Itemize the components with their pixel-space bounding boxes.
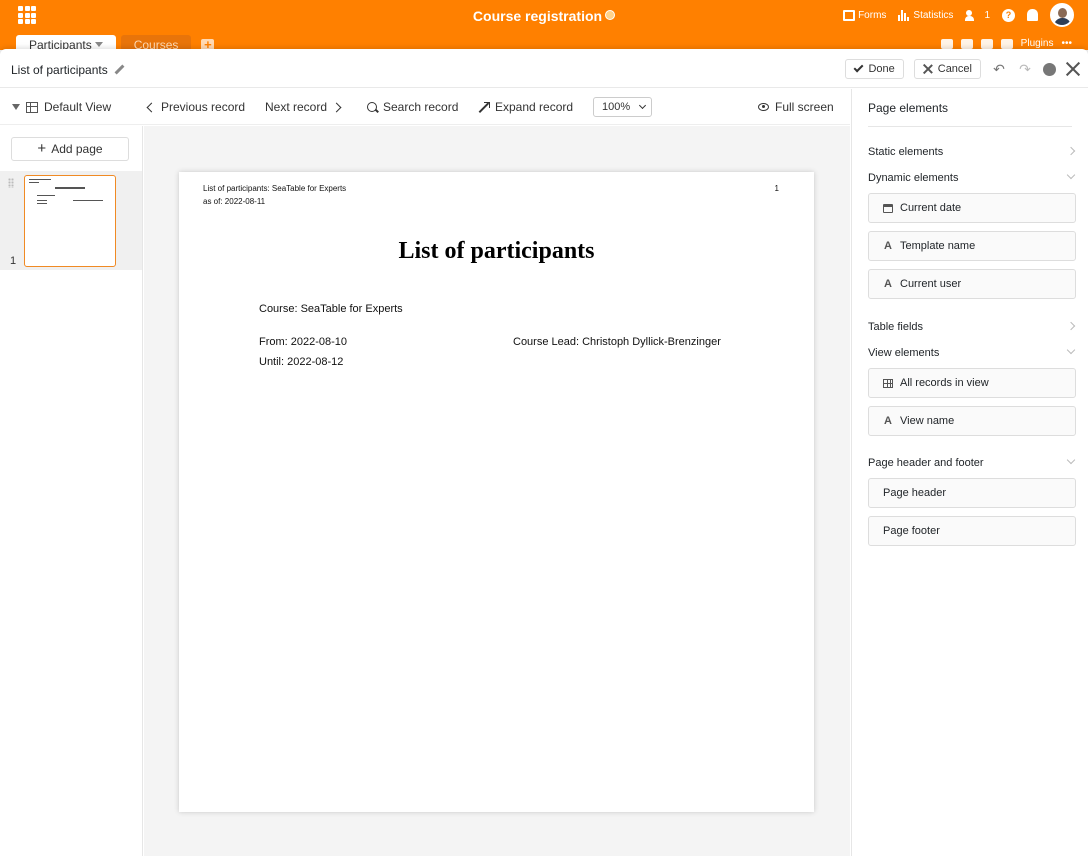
users-icon: [965, 9, 981, 21]
chevron-right-icon: [331, 102, 342, 112]
chevron-down-icon: [1066, 170, 1076, 180]
caret-down-icon: [12, 104, 20, 110]
expand-record-button[interactable]: Expand record: [479, 100, 573, 114]
page-list-item[interactable]: 1: [0, 171, 142, 270]
view-name-element[interactable]: A View name: [868, 406, 1076, 436]
page-header-element[interactable]: Page header: [868, 478, 1076, 508]
calendar-icon: [883, 203, 893, 213]
course-field[interactable]: Course: SeaTable for Experts: [259, 303, 403, 315]
chevron-right-icon: [1066, 321, 1076, 331]
cancel-button[interactable]: Cancel: [913, 59, 981, 79]
text-icon: A: [884, 415, 892, 427]
history-icon[interactable]: [960, 38, 973, 49]
collaborators-button[interactable]: 1: [965, 9, 990, 21]
full-screen-button[interactable]: Full screen: [758, 100, 834, 114]
divider: [868, 126, 1072, 127]
help-icon[interactable]: ?: [1002, 8, 1015, 22]
bell-icon[interactable]: [1027, 9, 1038, 21]
current-user-element[interactable]: A Current user: [868, 269, 1076, 299]
panel-title: Page elements: [868, 101, 949, 115]
table-fields-section[interactable]: Table fields: [868, 321, 1076, 333]
app-tools: Forms Statistics 1 ?: [843, 3, 1074, 27]
share-icon[interactable]: [940, 38, 953, 49]
course-lead-field[interactable]: Course Lead: Christoph Dyllick-Brenzinge…: [513, 336, 721, 348]
pages-sidebar: + Add page 1: [0, 126, 143, 856]
app-bar: Course registration Forms Statistics 1 ?…: [0, 0, 1088, 55]
view-tools: Plugins •••: [940, 38, 1072, 49]
expand-icon: [479, 102, 490, 112]
redo-icon[interactable]: ↷: [1017, 61, 1033, 78]
page-thumbnail[interactable]: [24, 175, 116, 267]
view-elements-section[interactable]: View elements: [868, 345, 1076, 359]
settings-icon[interactable]: [980, 38, 993, 49]
close-modal-icon[interactable]: [1066, 62, 1080, 76]
avatar[interactable]: [1050, 3, 1074, 27]
view-selector[interactable]: Default View: [12, 100, 111, 114]
page-header-date[interactable]: as of: 2022-08-11: [203, 197, 265, 206]
forms-icon: [843, 9, 856, 21]
check-icon: [854, 62, 864, 73]
all-records-element[interactable]: All records in view: [868, 368, 1076, 398]
modal-header: List of participants Done Cancel ↶ ↷: [0, 49, 1088, 88]
base-status-icon: [605, 10, 616, 20]
gear-icon[interactable]: [1043, 62, 1056, 76]
forms-button[interactable]: Forms: [843, 9, 886, 21]
chevron-down-icon[interactable]: [94, 42, 103, 47]
more-icon[interactable]: •••: [1061, 38, 1072, 49]
drag-handle-icon[interactable]: [8, 178, 14, 188]
plugin-icon[interactable]: [1000, 38, 1013, 49]
chevron-left-icon: [146, 102, 157, 112]
next-record-button[interactable]: Next record: [265, 100, 342, 114]
close-icon: [923, 64, 933, 74]
header-actions: Done Cancel ↶ ↷: [845, 59, 1080, 79]
done-button[interactable]: Done: [845, 59, 904, 79]
add-page-button[interactable]: + Add page: [11, 137, 129, 161]
search-icon: [367, 102, 377, 112]
text-icon: A: [884, 278, 892, 290]
plugins-button[interactable]: Plugins: [1021, 38, 1054, 49]
plus-icon: +: [37, 140, 47, 157]
current-date-element[interactable]: Current date: [868, 193, 1076, 223]
previous-record-button[interactable]: Previous record: [146, 100, 245, 114]
chevron-down-icon: [638, 101, 647, 110]
page-number-field[interactable]: 1: [775, 184, 779, 193]
design-canvas: List of participants: SeaTable for Exper…: [144, 126, 850, 856]
header-footer-section[interactable]: Page header and footer: [868, 455, 1076, 469]
document-title[interactable]: List of participants: [179, 238, 814, 265]
static-elements-section[interactable]: Static elements: [868, 146, 1076, 158]
page-design-modal: List of participants Done Cancel ↶ ↷ Def…: [0, 49, 1088, 856]
record-toolbar: Default View Previous record Next record…: [0, 89, 850, 125]
chevron-down-icon: [1066, 345, 1076, 355]
page-number: 1: [10, 255, 17, 267]
page-elements-panel: Page elements Static elements Dynamic el…: [851, 89, 1088, 856]
page-header-title[interactable]: List of participants: SeaTable for Exper…: [203, 184, 346, 193]
template-name-element[interactable]: A Template name: [868, 231, 1076, 261]
table-icon: [26, 101, 38, 113]
chevron-down-icon: [1066, 455, 1076, 465]
zoom-select[interactable]: 100%: [593, 97, 652, 117]
statistics-button[interactable]: Statistics: [898, 9, 953, 21]
document-page[interactable]: List of participants: SeaTable for Exper…: [179, 172, 814, 812]
eye-icon: [758, 103, 769, 111]
statistics-icon: [898, 9, 910, 21]
page-footer-element[interactable]: Page footer: [868, 516, 1076, 546]
edit-pencil-icon[interactable]: [114, 64, 125, 75]
from-field[interactable]: From: 2022-08-10: [259, 336, 347, 348]
search-record-button[interactable]: Search record: [367, 100, 458, 114]
undo-icon[interactable]: ↶: [991, 61, 1007, 78]
chevron-right-icon: [1066, 146, 1076, 156]
dynamic-elements-section[interactable]: Dynamic elements: [868, 170, 1076, 184]
until-field[interactable]: Until: 2022-08-12: [259, 356, 343, 368]
table-grid-icon: [883, 378, 893, 388]
modal-title: List of participants: [11, 63, 125, 77]
text-icon: A: [884, 240, 892, 252]
